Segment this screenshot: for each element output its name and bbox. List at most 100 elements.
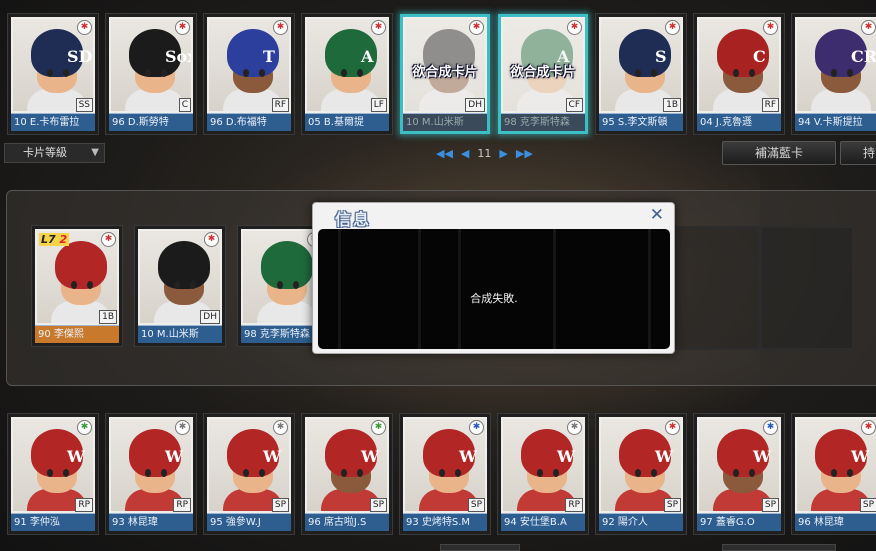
player-card[interactable]: W RP ✱ 94 安仕堡B.A bbox=[498, 414, 588, 534]
dialog-body: 合成失敗. bbox=[318, 229, 670, 349]
team-logo: CR bbox=[851, 47, 876, 66]
eye-icon bbox=[357, 69, 363, 77]
position-badge: SP bbox=[467, 498, 485, 512]
fill-blue-cards-button[interactable]: 補滿藍卡 bbox=[722, 141, 836, 165]
helmet-icon: S bbox=[619, 29, 671, 77]
hold-button[interactable]: 持 bbox=[840, 141, 876, 165]
eye-icon bbox=[439, 469, 445, 477]
position-badge: CF bbox=[565, 98, 583, 112]
rarity-badge-icon: ✱ bbox=[273, 20, 288, 35]
card-grade-dropdown[interactable]: 卡片等級 ▼ bbox=[4, 143, 105, 163]
player-name: 05 B.基爾提 bbox=[305, 113, 389, 131]
player-card[interactable]: W RP ✱ 91 李仲泓 bbox=[8, 414, 98, 534]
position-badge: SP bbox=[369, 498, 387, 512]
team-logo: W bbox=[851, 447, 869, 466]
rarity-badge-icon: ✱ bbox=[665, 420, 680, 435]
rarity-badge-icon: ✱ bbox=[175, 420, 190, 435]
player-card[interactable]: S 1B ✱ 95 S.李文斯頓 bbox=[596, 14, 686, 134]
player-name: 10 M.山米斯 bbox=[138, 325, 222, 343]
next-page-icon[interactable]: ▶ bbox=[499, 147, 507, 160]
position-badge: RP bbox=[75, 498, 93, 512]
page-number: 11 bbox=[477, 146, 492, 160]
player-name: 94 V.卡斯提拉 bbox=[795, 113, 876, 131]
player-card[interactable]: W SP ✱ 96 席古啦J.S bbox=[302, 414, 392, 534]
card-grade-label: 卡片等級 bbox=[23, 146, 67, 159]
eye-icon bbox=[341, 469, 347, 477]
player-name: 95 S.李文斯頓 bbox=[599, 113, 683, 131]
player-card[interactable]: W SP ✱ 92 陽介人 bbox=[596, 414, 686, 534]
last-page-icon[interactable]: ▶▶ bbox=[516, 147, 533, 160]
helmet-icon bbox=[158, 241, 210, 289]
player-card[interactable]: A LF ✱ 05 B.基爾提 bbox=[302, 14, 392, 134]
rarity-badge-icon: ✱ bbox=[101, 232, 116, 247]
player-card[interactable]: Sox C ✱ 96 D.斯勞特 bbox=[106, 14, 196, 134]
empty-slot[interactable] bbox=[760, 226, 854, 350]
dialog-title: 信息 bbox=[335, 210, 372, 229]
helmet-icon: CR bbox=[815, 29, 876, 77]
eye-icon bbox=[357, 469, 363, 477]
helmet-icon: W bbox=[717, 429, 771, 477]
player-name: 93 史烤特S.M bbox=[403, 513, 487, 531]
player-card[interactable]: DH ✱ 10 M.山米斯 bbox=[135, 226, 225, 346]
player-card[interactable]: W SP ✱ 96 林昆瑋 bbox=[792, 414, 876, 534]
player-name: 92 陽介人 bbox=[599, 513, 683, 531]
player-card[interactable]: W SP ✱ 97 蓋睿G.O bbox=[694, 414, 784, 534]
player-card[interactable]: C RF ✱ 04 J.克魯遜 bbox=[694, 14, 784, 134]
body-stripe bbox=[338, 229, 341, 349]
rarity-badge-icon: ✱ bbox=[175, 20, 190, 35]
eye-icon bbox=[635, 469, 641, 477]
team-logo: W bbox=[67, 447, 85, 466]
helmet-icon: T bbox=[227, 29, 279, 77]
team-logo: A bbox=[361, 47, 374, 66]
rarity-badge-icon: ✱ bbox=[204, 232, 219, 247]
bottom-pager[interactable] bbox=[440, 544, 520, 551]
first-page-icon[interactable]: ◀◀ bbox=[436, 147, 453, 160]
rarity-badge-icon: ✱ bbox=[371, 20, 386, 35]
team-logo: C bbox=[753, 47, 766, 66]
player-name: 96 D.布福特 bbox=[207, 113, 291, 131]
eye-icon bbox=[145, 69, 151, 77]
player-card[interactable]: T RF ✱ 96 D.布福特 bbox=[204, 14, 294, 134]
player-card[interactable]: W SP ✱ 93 史烤特S.M bbox=[400, 414, 490, 534]
helmet-icon: C bbox=[717, 29, 769, 77]
prev-page-icon[interactable]: ◀ bbox=[461, 147, 469, 160]
player-card[interactable]: W RP ✱ 93 林昆瑋 bbox=[106, 414, 196, 534]
player-name: 96 席古啦J.S bbox=[305, 513, 389, 531]
helmet-icon bbox=[55, 241, 107, 289]
synthesis-target-label: 欲合成卡片 bbox=[412, 65, 478, 80]
empty-slot[interactable] bbox=[666, 226, 760, 350]
player-card[interactable]: SD SS ✱ 10 E.卡布雷拉 bbox=[8, 14, 98, 134]
player-card[interactable]: 1B ✱ L7 2 90 李傑熙 bbox=[32, 226, 122, 346]
position-badge: DH bbox=[200, 310, 220, 324]
bottom-fill-button[interactable] bbox=[722, 544, 836, 551]
eye-icon bbox=[831, 69, 837, 77]
player-name: 98 克李斯特森 bbox=[501, 113, 585, 131]
rarity-badge-icon: ✱ bbox=[861, 420, 876, 435]
position-badge: RF bbox=[761, 98, 779, 112]
helmet-icon: W bbox=[619, 429, 673, 477]
body-stripe bbox=[458, 229, 461, 349]
helmet-icon bbox=[261, 241, 313, 289]
chevron-down-icon: ▼ bbox=[91, 147, 99, 158]
eye-icon bbox=[259, 469, 265, 477]
position-badge: C bbox=[178, 98, 191, 112]
player-card[interactable]: A 欲合成卡片 CF ✱ 98 克李斯特森 bbox=[498, 14, 588, 134]
player-card[interactable]: CR ✱ 94 V.卡斯提拉 bbox=[792, 14, 876, 134]
position-badge: SP bbox=[859, 498, 876, 512]
close-icon[interactable]: ✕ bbox=[650, 205, 664, 225]
level-number: 2 bbox=[59, 233, 68, 246]
rarity-badge-icon: ✱ bbox=[273, 420, 288, 435]
rarity-badge-icon: ✱ bbox=[371, 420, 386, 435]
position-badge: SS bbox=[75, 98, 93, 112]
rarity-badge-icon: ✱ bbox=[469, 20, 484, 35]
player-card[interactable]: W SP ✱ 95 強參W.J bbox=[204, 414, 294, 534]
eye-icon bbox=[749, 469, 755, 477]
player-name: 96 D.斯勞特 bbox=[109, 113, 193, 131]
eye-icon bbox=[749, 69, 755, 77]
player-card[interactable]: 欲合成卡片 DH ✱ 10 M.山米斯 bbox=[400, 14, 490, 134]
team-logo: W bbox=[263, 447, 281, 466]
rarity-badge-icon: ✱ bbox=[567, 20, 582, 35]
helmet-icon: W bbox=[31, 429, 85, 477]
eye-icon bbox=[341, 69, 347, 77]
info-dialog: 信息 ✕ 合成失敗. bbox=[312, 202, 675, 354]
